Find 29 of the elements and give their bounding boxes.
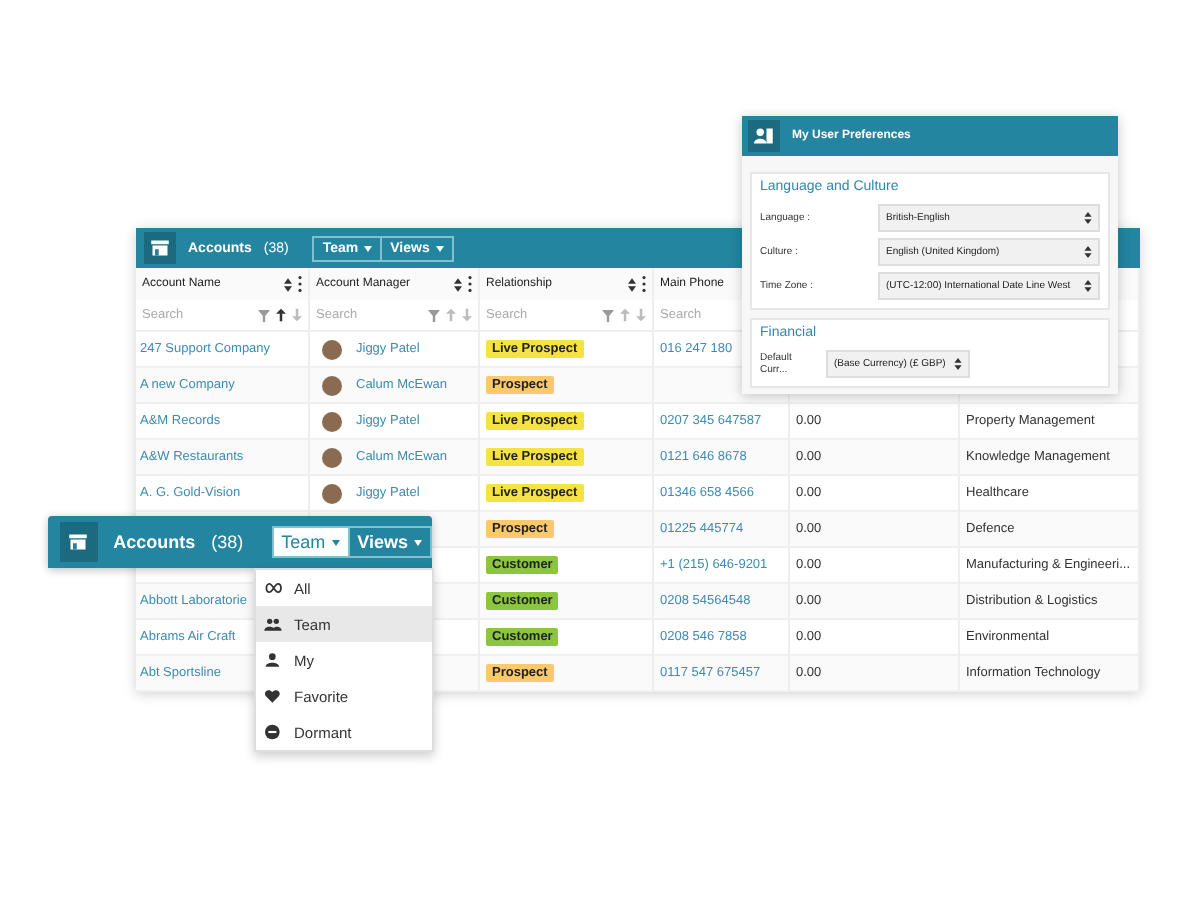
arrow-down-icon[interactable]: [636, 308, 646, 322]
filter-dropdown-button[interactable]: Views: [349, 528, 430, 556]
infinity-icon: [264, 582, 282, 594]
updown-icon: [1084, 212, 1092, 224]
caret-icon: [435, 245, 444, 251]
store-icon: [150, 238, 170, 258]
record-count: (38): [211, 532, 244, 552]
filter-dropdown-button[interactable]: Team: [273, 528, 350, 556]
caret-icon: [364, 245, 373, 251]
sort-icon[interactable]: [284, 277, 292, 291]
sort-icon[interactable]: [454, 277, 462, 291]
filter-icon[interactable]: [602, 309, 614, 321]
store-icon: [68, 532, 89, 552]
updown-icon: [954, 358, 962, 370]
updown-icon: [1084, 246, 1092, 258]
people-icon: [264, 616, 282, 632]
sort-icon[interactable]: [628, 277, 636, 291]
caret-icon: [414, 539, 422, 545]
filter-icon[interactable]: [258, 309, 270, 321]
heart-icon: [264, 688, 282, 704]
arrow-down-icon[interactable]: [462, 308, 472, 322]
updown-icon: [1084, 280, 1092, 292]
arrow-up-icon[interactable]: [276, 308, 286, 322]
filter-icon[interactable]: [428, 309, 440, 321]
user-settings-icon: [754, 126, 774, 146]
list-title: Accounts: [113, 532, 196, 552]
person-icon: [264, 652, 282, 668]
minus-circle-icon: [264, 724, 282, 740]
caret-icon: [331, 539, 340, 545]
